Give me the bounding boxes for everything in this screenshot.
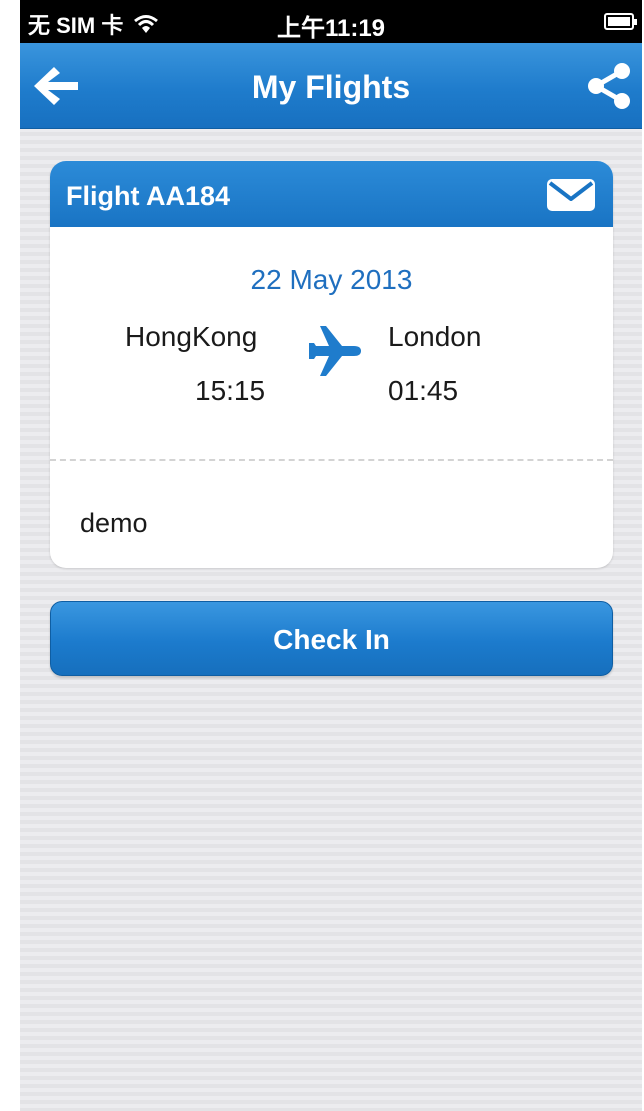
dashed-divider (50, 459, 613, 461)
arrival-time: 01:45 (388, 375, 459, 406)
status-time: 上午11:19 (276, 15, 386, 42)
flight-date: 22 May 2013 (250, 264, 413, 295)
nav-bar: My Flights (20, 43, 642, 129)
battery-charging-icon (604, 13, 637, 30)
page-title: My Flights (251, 69, 411, 105)
airplane-icon (309, 326, 361, 376)
share-icon[interactable] (582, 59, 636, 113)
flight-card: Flight AA184 22 May 2013 HongKong London… (50, 161, 613, 568)
departure-city: HongKong (125, 321, 258, 352)
departure-time: 15:15 (195, 375, 266, 406)
flight-note: demo (80, 508, 148, 538)
app-screen: 无 SIM 卡 上午11:19 My Flights Flight AA184 (20, 0, 642, 1111)
status-bar: 无 SIM 卡 上午11:19 (20, 0, 642, 43)
mail-icon[interactable] (545, 177, 597, 213)
check-in-button[interactable]: Check In (50, 601, 613, 676)
flight-card-header: Flight AA184 (50, 161, 613, 227)
arrival-city: London (388, 321, 482, 352)
flight-title: Flight AA184 (66, 181, 231, 211)
